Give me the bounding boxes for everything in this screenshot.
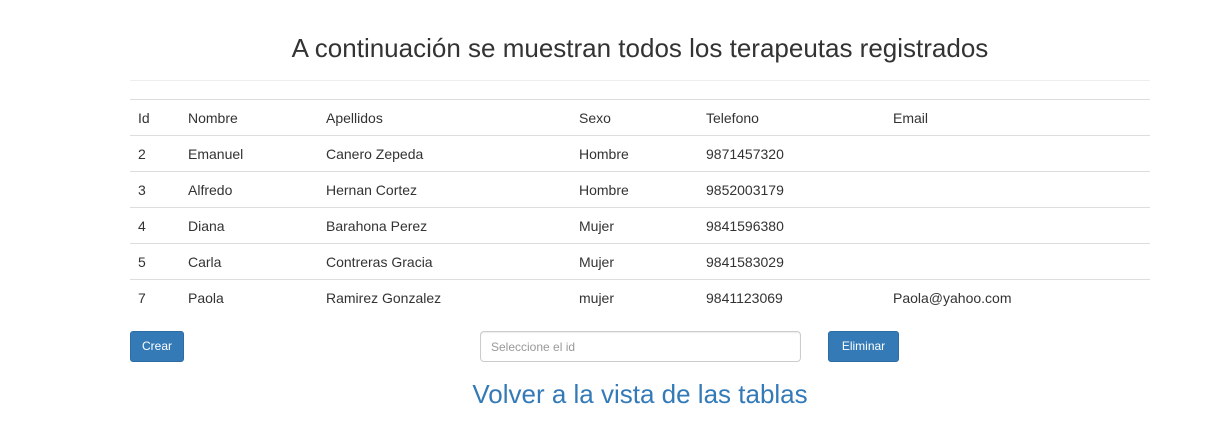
back-to-tables-link[interactable]: Volver a la vista de las tablas	[0, 377, 1226, 411]
cell-telefono: 9841123069	[698, 279, 885, 315]
therapists-table: Id Nombre Apellidos Sexo Telefono Email …	[130, 99, 1150, 315]
cell-nombre: Emanuel	[188, 145, 244, 162]
table-row: 5 Carla Contreras Gracia Mujer 984158302…	[130, 243, 1150, 280]
cell-telefono: 9871457320	[706, 145, 784, 162]
cell-id: 2	[138, 145, 146, 162]
cell-nombre: Carla	[180, 243, 318, 280]
column-header-apellidos: Apellidos	[318, 99, 571, 136]
page: A continuación se muestran todos los ter…	[0, 0, 1226, 423]
column-header-telefono: Telefono	[698, 99, 885, 136]
cell-apellidos: Barahona Perez	[318, 207, 571, 244]
cell-nombre: Paola	[180, 279, 318, 315]
cell-id: 3	[130, 171, 180, 208]
cell-apellidos: Hernan Cortez	[318, 171, 571, 208]
cell-sexo: Hombre	[571, 171, 698, 208]
cell-apellidos: Ramirez Gonzalez	[318, 279, 571, 315]
id-select-input[interactable]	[480, 331, 801, 362]
cell-id: 5	[130, 243, 180, 280]
cell-id: 7	[130, 279, 180, 315]
delete-button[interactable]: Eliminar	[828, 331, 899, 362]
table-header: Id Nombre Apellidos Sexo Telefono Email	[130, 99, 1150, 136]
create-button[interactable]: Crear	[130, 331, 184, 362]
cell-id: 4	[130, 207, 180, 244]
cell-telefono: 9841596380	[698, 207, 885, 244]
cell-sexo: Mujer	[571, 243, 698, 280]
cell-nombre: Diana	[180, 207, 318, 244]
column-header-nombre: Nombre	[180, 99, 318, 136]
cell-telefono: 9852003179	[698, 171, 885, 208]
table-body: 2 Emanuel Canero Zepeda Hombre 987145732…	[130, 136, 1150, 315]
cell-email	[885, 243, 1150, 280]
title-divider	[130, 80, 1150, 81]
cell-sexo: Hombre	[579, 145, 629, 162]
cell-email	[885, 207, 1150, 244]
cell-apellidos: Contreras Gracia	[318, 243, 571, 280]
table-row: 7 Paola Ramirez Gonzalez mujer 984112306…	[130, 279, 1150, 315]
cell-nombre: Alfredo	[180, 171, 318, 208]
cell-email	[885, 136, 1150, 172]
table-row: 2 Emanuel Canero Zepeda Hombre 987145732…	[130, 136, 1150, 172]
cell-sexo: mujer	[571, 279, 698, 315]
column-header-email: Email	[885, 99, 1150, 136]
cell-apellidos: Canero Zepeda	[326, 145, 424, 162]
cell-sexo: Mujer	[571, 207, 698, 244]
table-row: 3 Alfredo Hernan Cortez Hombre 985200317…	[130, 171, 1150, 208]
cell-email	[885, 171, 1150, 208]
cell-email: Paola@yahoo.com	[885, 279, 1150, 315]
column-header-id: Id	[130, 99, 180, 136]
table-row: 4 Diana Barahona Perez Mujer 9841596380	[130, 207, 1150, 244]
table-header-row: Id Nombre Apellidos Sexo Telefono Email	[130, 99, 1150, 136]
column-header-sexo: Sexo	[571, 99, 698, 136]
cell-telefono: 9841583029	[698, 243, 885, 280]
page-title: A continuación se muestran todos los ter…	[291, 33, 989, 63]
